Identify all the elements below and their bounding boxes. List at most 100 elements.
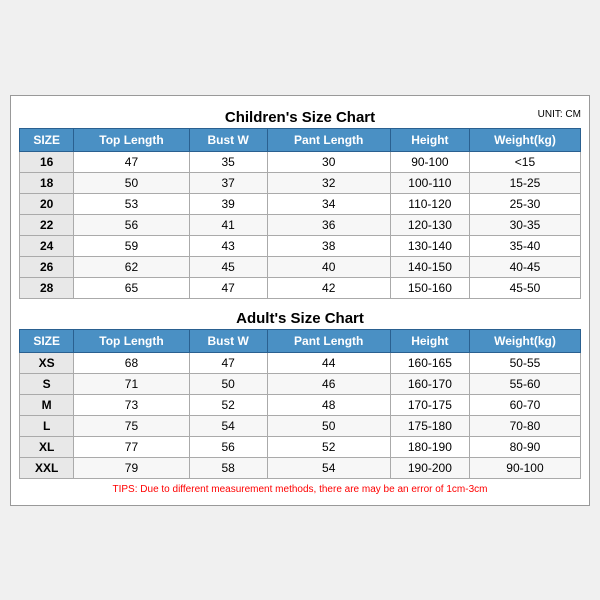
adults-header-top-length: Top Length [74, 329, 189, 352]
size-cell: 16 [20, 151, 74, 172]
data-cell: 170-175 [390, 394, 469, 415]
size-cell: XXL [20, 457, 74, 478]
data-cell: 80-90 [469, 436, 580, 457]
children-section-title: Children's Size Chart UNIT: CM [19, 104, 581, 128]
size-cell: 22 [20, 214, 74, 235]
table-row: M735248170-17560-70 [20, 394, 581, 415]
data-cell: 43 [189, 235, 267, 256]
data-cell: 62 [74, 256, 189, 277]
data-cell: 68 [74, 352, 189, 373]
children-header-size: SIZE [20, 128, 74, 151]
table-row: XS684744160-16550-55 [20, 352, 581, 373]
children-header-top-length: Top Length [74, 128, 189, 151]
data-cell: <15 [469, 151, 580, 172]
data-cell: 70-80 [469, 415, 580, 436]
data-cell: 54 [267, 457, 390, 478]
size-cell: M [20, 394, 74, 415]
data-cell: 36 [267, 214, 390, 235]
table-row: 1647353090-100<15 [20, 151, 581, 172]
data-cell: 75 [74, 415, 189, 436]
data-cell: 50 [74, 172, 189, 193]
data-cell: 52 [189, 394, 267, 415]
adults-header-weight: Weight(kg) [469, 329, 580, 352]
children-size-table: SIZE Top Length Bust W Pant Length Heigh… [19, 128, 581, 299]
data-cell: 47 [74, 151, 189, 172]
size-cell: XS [20, 352, 74, 373]
size-cell: S [20, 373, 74, 394]
adults-header-size: SIZE [20, 329, 74, 352]
data-cell: 53 [74, 193, 189, 214]
data-cell: 190-200 [390, 457, 469, 478]
data-cell: 48 [267, 394, 390, 415]
data-cell: 50-55 [469, 352, 580, 373]
data-cell: 90-100 [469, 457, 580, 478]
data-cell: 41 [189, 214, 267, 235]
data-cell: 59 [74, 235, 189, 256]
data-cell: 150-160 [390, 277, 469, 298]
data-cell: 175-180 [390, 415, 469, 436]
data-cell: 50 [189, 373, 267, 394]
size-cell: L [20, 415, 74, 436]
data-cell: 160-165 [390, 352, 469, 373]
table-row: 22564136120-13030-35 [20, 214, 581, 235]
size-cell: 18 [20, 172, 74, 193]
data-cell: 40-45 [469, 256, 580, 277]
data-cell: 46 [267, 373, 390, 394]
table-row: 18503732100-11015-25 [20, 172, 581, 193]
data-cell: 54 [189, 415, 267, 436]
data-cell: 79 [74, 457, 189, 478]
data-cell: 130-140 [390, 235, 469, 256]
data-cell: 120-130 [390, 214, 469, 235]
data-cell: 77 [74, 436, 189, 457]
children-header-pant-length: Pant Length [267, 128, 390, 151]
data-cell: 40 [267, 256, 390, 277]
size-cell: 24 [20, 235, 74, 256]
adults-header-pant-length: Pant Length [267, 329, 390, 352]
data-cell: 38 [267, 235, 390, 256]
table-row: 20533934110-12025-30 [20, 193, 581, 214]
table-row: XXL795854190-20090-100 [20, 457, 581, 478]
size-cell: 20 [20, 193, 74, 214]
size-chart-container: Children's Size Chart UNIT: CM SIZE Top … [10, 95, 590, 506]
data-cell: 52 [267, 436, 390, 457]
data-cell: 90-100 [390, 151, 469, 172]
data-cell: 58 [189, 457, 267, 478]
data-cell: 110-120 [390, 193, 469, 214]
data-cell: 44 [267, 352, 390, 373]
data-cell: 56 [189, 436, 267, 457]
data-cell: 35 [189, 151, 267, 172]
data-cell: 50 [267, 415, 390, 436]
table-row: S715046160-17055-60 [20, 373, 581, 394]
adults-section-title: Adult's Size Chart [19, 305, 581, 329]
data-cell: 71 [74, 373, 189, 394]
table-row: XL775652180-19080-90 [20, 436, 581, 457]
data-cell: 35-40 [469, 235, 580, 256]
table-row: 24594338130-14035-40 [20, 235, 581, 256]
children-header-height: Height [390, 128, 469, 151]
data-cell: 30 [267, 151, 390, 172]
size-cell: 26 [20, 256, 74, 277]
data-cell: 32 [267, 172, 390, 193]
children-title-text: Children's Size Chart [225, 109, 375, 126]
tips-text: TIPS: Due to different measurement metho… [19, 479, 581, 497]
data-cell: 56 [74, 214, 189, 235]
data-cell: 15-25 [469, 172, 580, 193]
data-cell: 65 [74, 277, 189, 298]
data-cell: 73 [74, 394, 189, 415]
size-cell: XL [20, 436, 74, 457]
data-cell: 47 [189, 352, 267, 373]
data-cell: 42 [267, 277, 390, 298]
children-header-row: SIZE Top Length Bust W Pant Length Heigh… [20, 128, 581, 151]
data-cell: 140-150 [390, 256, 469, 277]
adults-title-text: Adult's Size Chart [236, 310, 364, 327]
adults-size-table: SIZE Top Length Bust W Pant Length Heigh… [19, 329, 581, 479]
data-cell: 34 [267, 193, 390, 214]
adults-header-row: SIZE Top Length Bust W Pant Length Heigh… [20, 329, 581, 352]
children-header-weight: Weight(kg) [469, 128, 580, 151]
table-row: 28654742150-16045-50 [20, 277, 581, 298]
table-row: L755450175-18070-80 [20, 415, 581, 436]
data-cell: 45-50 [469, 277, 580, 298]
data-cell: 100-110 [390, 172, 469, 193]
data-cell: 55-60 [469, 373, 580, 394]
data-cell: 30-35 [469, 214, 580, 235]
